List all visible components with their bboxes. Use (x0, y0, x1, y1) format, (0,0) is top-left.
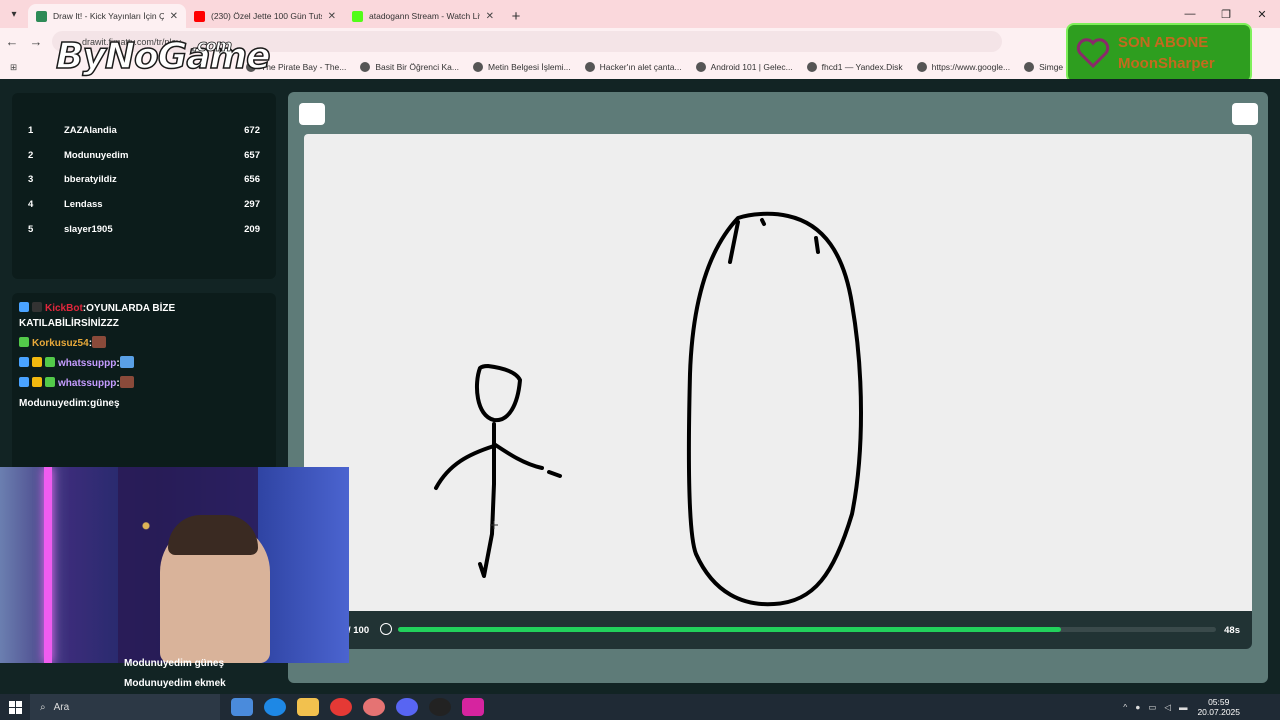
browser-tab[interactable]: (230) Özel Jette 100 Gün Tutsak... ✕ (186, 4, 344, 28)
sub-badge-icon (19, 337, 29, 347)
chat-message: Korkusuz54: (19, 336, 269, 351)
bookmark-item[interactable]: Basit Bir Öğrenci Ka... (360, 62, 459, 72)
leaderboard-row: 5 slayer1905 209 (28, 224, 260, 236)
settings-button[interactable] (1232, 103, 1258, 125)
emote-icon (119, 376, 134, 388)
game-area: / 100 48s (288, 92, 1268, 683)
volume-icon[interactable]: ◁ (1164, 702, 1171, 713)
bookmark-icon (695, 62, 706, 72)
edge-icon[interactable] (264, 698, 286, 716)
chat-panel: KickBot:OYUNLARDA BİZE KATILABİLİRSİNİZZ… (12, 293, 276, 471)
tab-title: atadogann Stream - Watch Live... (369, 11, 480, 21)
drawing-canvas[interactable] (304, 134, 1252, 611)
taskbar-search[interactable]: ⌕ Ara (30, 694, 220, 720)
sub-badge-icon (45, 377, 55, 387)
sub-badge-icon (45, 357, 55, 367)
heart-icon (1068, 38, 1118, 68)
system-tray: ^ ● ▭ ◁ ▬ 05:59 20.07.2025 (1123, 697, 1240, 717)
bookmark-icon (806, 62, 817, 72)
tab-title: (230) Özel Jette 100 Gün Tutsak... (211, 11, 322, 21)
search-icon: ⌕ (40, 701, 46, 713)
tab-title: Draw It! - Kick Yayınları İçin Çizi (53, 11, 164, 21)
leaderboard-row: 3 bberatyildiz 656 (28, 174, 260, 186)
windows-taskbar: ⌕ Ara ^ ● ▭ ◁ ▬ 05:59 20.07.2025 (0, 694, 1280, 720)
browser-tab[interactable]: Draw It! - Kick Yayınları İçin Çizi ✕ (28, 4, 186, 28)
windows-start-icon[interactable] (0, 700, 30, 714)
bookmark-item[interactable]: Metin Belgesi İşlemi... (472, 62, 571, 72)
crown-badge-icon (32, 377, 42, 387)
chat-message: Modunuyedim ekmek (124, 678, 226, 689)
chevron-up-icon[interactable]: ^ (1123, 702, 1127, 712)
emote-icon (92, 336, 107, 348)
streamer-webcam (0, 467, 349, 663)
chrome-icon[interactable] (330, 698, 352, 716)
tab-close-icon[interactable]: ✕ (170, 11, 178, 22)
chat-message: KickBot:OYUNLARDA BİZE KATILABİLİRSİNİZZ… (19, 302, 176, 329)
bookmark-item[interactable]: fhcd1 — Yandex.Disk (806, 62, 903, 72)
chrome-profile-icon[interactable] (363, 698, 385, 716)
leaderboard-row: 2 Modunuyedim 657 (28, 149, 260, 161)
crown-badge-icon (32, 357, 42, 367)
bookmark-icon (584, 62, 595, 72)
tab-search-icon[interactable]: ▾ (0, 0, 28, 28)
instagram-icon[interactable] (462, 698, 484, 716)
network-icon[interactable]: ▭ (1148, 702, 1156, 713)
chat-message: whatssuppp: (19, 376, 269, 391)
bookmark-icon (916, 62, 927, 72)
alert-username: MoonSharper (1118, 55, 1215, 72)
microphone-icon[interactable]: ● (1135, 702, 1140, 712)
sword-badge-icon (19, 357, 29, 367)
bookmark-item[interactable]: Android 101 | Gelec... (695, 62, 793, 72)
forward-arrow-icon[interactable]: → (24, 34, 48, 49)
drawing-strokes (434, 211, 863, 607)
timer-bar: / 100 48s (288, 611, 1252, 649)
tab-favicon-icon (352, 10, 363, 22)
bookmark-icon (360, 62, 371, 72)
stream-watermark-logo: ByNoGame .com (55, 35, 271, 78)
bookmark-icon (472, 62, 483, 72)
timer-seconds: 48s (1224, 624, 1240, 636)
tab-close-icon[interactable]: ✕ (486, 11, 494, 22)
new-tab-button[interactable]: + (502, 4, 530, 28)
close-window-icon[interactable]: ✕ (1244, 0, 1280, 28)
chat-message: whatssuppp: (19, 356, 269, 371)
timer-progress-track (398, 627, 1216, 632)
round-score: / 100 (348, 624, 370, 636)
sword-badge-icon (19, 377, 29, 387)
stopwatch-icon (380, 623, 392, 635)
menu-button[interactable] (299, 103, 325, 125)
clock[interactable]: 05:59 20.07.2025 (1197, 697, 1240, 717)
leaderboard-row: 4 Lendass 297 (28, 199, 260, 211)
emote-icon (119, 356, 134, 368)
back-arrow-icon[interactable]: ← (0, 34, 24, 49)
tab-favicon-icon (36, 10, 47, 22)
sword-badge-icon (19, 302, 29, 312)
bookmark-item[interactable]: https://www.google... (916, 62, 1010, 72)
discord-icon[interactable] (396, 698, 418, 716)
browser-tab[interactable]: atadogann Stream - Watch Live... ✕ (344, 4, 502, 28)
chat-message: Modunuyedim güneş (124, 658, 225, 669)
copilot-icon[interactable] (231, 698, 253, 716)
file-explorer-icon[interactable] (297, 698, 319, 716)
chat-message: Modunuyedim:güneş (19, 398, 120, 409)
alert-title: SON ABONE (1118, 34, 1209, 51)
bookmark-icon (1024, 62, 1035, 72)
bot-badge-icon (32, 302, 42, 312)
leaderboard-row: 1 ZAZAlandia 672 (28, 124, 260, 136)
subscriber-alert: SON ABONE MoonSharper (1066, 23, 1252, 83)
leaderboard-panel: 1 ZAZAlandia 672 2 Modunuyedim 657 3 bberatyi… (12, 93, 276, 279)
timer-progress-fill (398, 627, 1061, 632)
tab-close-icon[interactable]: ✕ (328, 11, 336, 22)
bookmark-item[interactable]: Hacker'ın alet çanta... (584, 62, 682, 72)
obs-icon[interactable] (429, 698, 451, 716)
apps-grid-icon[interactable]: ⊞ (10, 62, 26, 73)
tab-favicon-icon (194, 10, 205, 22)
battery-icon[interactable]: ▬ (1179, 702, 1188, 712)
